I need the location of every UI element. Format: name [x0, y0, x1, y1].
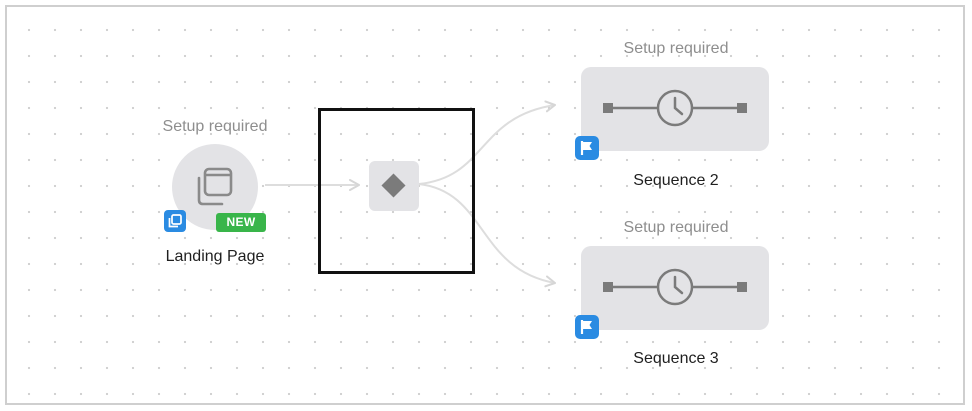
sequence-3-status: Setup required: [623, 219, 729, 236]
connectors: [265, 100, 556, 288]
flag-icon: [580, 141, 592, 155]
landing-page-name: Landing Page: [165, 248, 265, 265]
page-windows-icon: [197, 167, 233, 206]
sequence-2-name: Sequence 2: [633, 172, 719, 189]
sequence-3-node[interactable]: [581, 246, 769, 330]
sequence-2-node[interactable]: [581, 67, 769, 151]
landing-page-type-icon[interactable]: [164, 210, 186, 232]
flag-icon: [580, 320, 592, 334]
clock-timeline-icon: [603, 268, 747, 306]
diamond-split-icon: [381, 173, 406, 198]
sequence-2-flag-badge[interactable]: [575, 136, 599, 160]
landing-page-status: Setup required: [162, 118, 268, 135]
sequence-3-flag-badge[interactable]: [575, 315, 599, 339]
new-badge: NEW: [216, 213, 266, 232]
sequence-2-status: Setup required: [623, 40, 729, 57]
clock-timeline-icon: [603, 89, 747, 127]
flow-canvas[interactable]: Setup required NEW Landing Page Setup re…: [5, 5, 965, 405]
sequence-3-name: Sequence 3: [633, 350, 719, 367]
split-node[interactable]: [369, 161, 419, 211]
